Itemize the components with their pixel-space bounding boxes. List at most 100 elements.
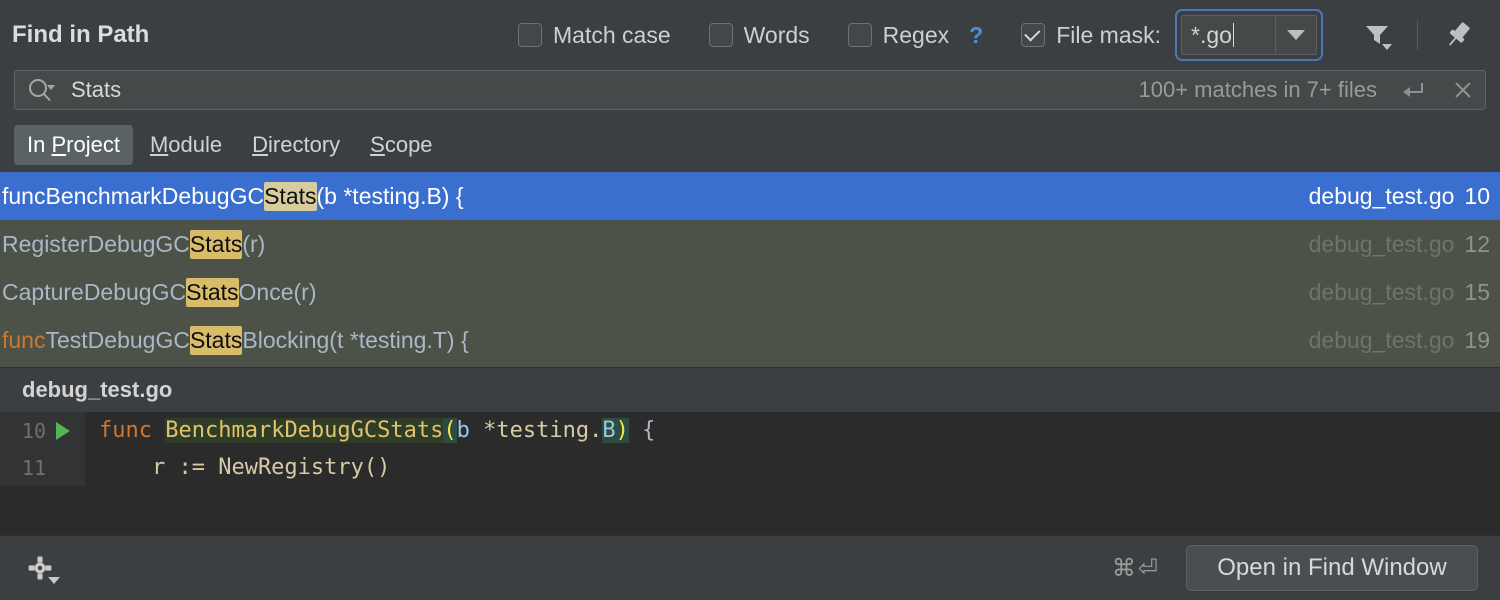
text-caret — [1233, 23, 1235, 47]
tab-in-project-mnemonic: P — [51, 132, 66, 157]
result-match-2: Stats — [186, 278, 238, 307]
result-code-1: RegisterDebugGCStats(r) — [2, 230, 265, 259]
token-param-b: b — [457, 418, 470, 443]
page-title: Find in Path — [12, 21, 149, 49]
pin-icon — [1442, 19, 1474, 51]
result-file-2: debug_test.go — [1309, 279, 1455, 306]
code-text-11: r := NewRegistry() — [85, 455, 390, 480]
result-line-2: 15 — [1464, 279, 1490, 306]
result-keyword-0: func — [2, 183, 45, 210]
line-number-10: 10 — [8, 419, 46, 443]
token-assignment: r := NewRegistry() — [99, 455, 390, 480]
file-mask-input[interactable]: *.go — [1182, 16, 1276, 54]
scope-tab-bar: In Project Module Directory Scope — [0, 118, 1500, 172]
shortcut-hint: ⌘⏎ — [1112, 554, 1160, 583]
code-line-10: 10 func BenchmarkDebugGCStats(b *testing… — [0, 412, 1500, 449]
match-case-label: Match case — [553, 22, 671, 49]
result-line-1: 12 — [1464, 231, 1490, 258]
match-case-checkbox[interactable] — [518, 23, 542, 47]
file-mask-combobox[interactable]: *.go — [1175, 9, 1323, 61]
search-icon[interactable] — [27, 77, 57, 103]
search-input[interactable]: Stats 100+ matches in 7+ files — [14, 70, 1486, 110]
match-count-label: 100+ matches in 7+ files — [1139, 77, 1377, 103]
result-keyword-3: func — [2, 327, 45, 354]
tab-directory[interactable]: Directory — [239, 125, 353, 165]
table-row[interactable]: func BenchmarkDebugGCStats(b *testing.B)… — [0, 172, 1500, 220]
regex-help-icon[interactable]: ? — [969, 22, 983, 49]
token-open-paren: ( — [443, 418, 456, 443]
filter-button[interactable] — [1353, 11, 1401, 59]
gutter-10: 10 — [0, 412, 85, 449]
result-before-2: CaptureDebugGC — [2, 279, 186, 306]
pin-button[interactable] — [1434, 11, 1482, 59]
chevron-down-icon — [1287, 30, 1305, 40]
run-gutter-icon[interactable] — [56, 422, 70, 440]
code-text-10: func BenchmarkDebugGCStats(b *testing.B)… — [85, 418, 655, 443]
file-mask-checkbox[interactable] — [1021, 23, 1045, 47]
search-results-list[interactable]: func BenchmarkDebugGCStats(b *testing.B)… — [0, 172, 1500, 368]
header-divider — [1417, 20, 1418, 50]
result-match-1: Stats — [190, 230, 242, 259]
option-match-case[interactable]: Match case — [518, 22, 671, 49]
result-meta-0: debug_test.go 10 — [1309, 183, 1490, 210]
dialog-header: Find in Path Match case Words Regex ? Fi… — [0, 0, 1500, 70]
filter-icon — [1362, 20, 1392, 50]
words-checkbox[interactable] — [709, 23, 733, 47]
code-line-11: 11 r := NewRegistry() — [0, 449, 1500, 486]
close-search-button[interactable] — [1449, 76, 1477, 104]
result-after-3: Blocking(t *testing.T) { — [242, 327, 468, 354]
tab-scope-mnemonic: S — [370, 132, 385, 157]
option-words[interactable]: Words — [709, 22, 810, 49]
tab-directory-post: irectory — [268, 132, 340, 157]
token-func-name: BenchmarkDebugGCStats — [165, 418, 443, 443]
option-regex[interactable]: Regex ? — [848, 22, 984, 49]
result-match-0: Stats — [264, 182, 316, 211]
table-row[interactable]: func TestDebugGCStatsBlocking(t *testing… — [0, 316, 1500, 364]
tab-directory-mnemonic: D — [252, 132, 268, 157]
code-preview[interactable]: 10 func BenchmarkDebugGCStats(b *testing… — [0, 412, 1500, 535]
token-type-b: B — [602, 418, 615, 443]
tab-module[interactable]: Module — [137, 125, 235, 165]
table-row[interactable]: CaptureDebugGCStatsOnce(r) debug_test.go… — [0, 268, 1500, 316]
token-testing-pkg: *testing. — [470, 418, 602, 443]
result-after-2: Once(r) — [239, 279, 317, 306]
result-meta-2: debug_test.go 15 — [1309, 279, 1490, 306]
search-value: Stats — [71, 77, 121, 103]
result-before-0: BenchmarkDebugGC — [45, 183, 264, 210]
result-line-3: 19 — [1464, 327, 1490, 354]
result-before-3: TestDebugGC — [45, 327, 189, 354]
words-label: Words — [744, 22, 810, 49]
preview-file-title: debug_test.go — [0, 368, 1500, 412]
tab-module-post: odule — [168, 132, 222, 157]
file-mask-dropdown-button[interactable] — [1276, 16, 1316, 54]
result-file-3: debug_test.go — [1309, 327, 1455, 354]
result-line-0: 10 — [1464, 183, 1490, 210]
result-after-1: (r) — [242, 231, 265, 258]
regex-checkbox[interactable] — [848, 23, 872, 47]
result-code-2: CaptureDebugGCStatsOnce(r) — [2, 278, 316, 307]
line-number-11: 11 — [8, 456, 46, 480]
table-row[interactable]: RegisterDebugGCStats(r) debug_test.go 12 — [0, 220, 1500, 268]
result-meta-1: debug_test.go 12 — [1309, 231, 1490, 258]
result-code-0: func BenchmarkDebugGCStats(b *testing.B)… — [2, 182, 464, 211]
open-in-find-window-button[interactable]: Open in Find Window — [1186, 545, 1478, 591]
file-mask-label: File mask: — [1056, 22, 1161, 49]
result-meta-3: debug_test.go 19 — [1309, 327, 1490, 354]
result-match-3: Stats — [190, 326, 242, 355]
option-file-mask[interactable]: File mask: — [1021, 22, 1161, 49]
token-open-brace: { — [629, 418, 656, 443]
tab-in-project[interactable]: In Project — [14, 125, 133, 165]
tab-scope[interactable]: Scope — [357, 125, 445, 165]
preview-panel: debug_test.go 10 func BenchmarkDebugGCSt… — [0, 368, 1500, 536]
file-mask-value: *.go — [1191, 22, 1232, 49]
regex-label: Regex — [883, 22, 949, 49]
result-file-1: debug_test.go — [1309, 231, 1455, 258]
token-func-kw: func — [99, 418, 165, 443]
new-line-button[interactable] — [1399, 76, 1427, 104]
tab-in-project-post: roject — [66, 132, 120, 157]
result-before-1: RegisterDebugGC — [2, 231, 190, 258]
token-close-paren: ) — [616, 418, 629, 443]
settings-button[interactable] — [20, 548, 60, 588]
close-icon — [1451, 78, 1475, 102]
tab-scope-post: cope — [385, 132, 433, 157]
